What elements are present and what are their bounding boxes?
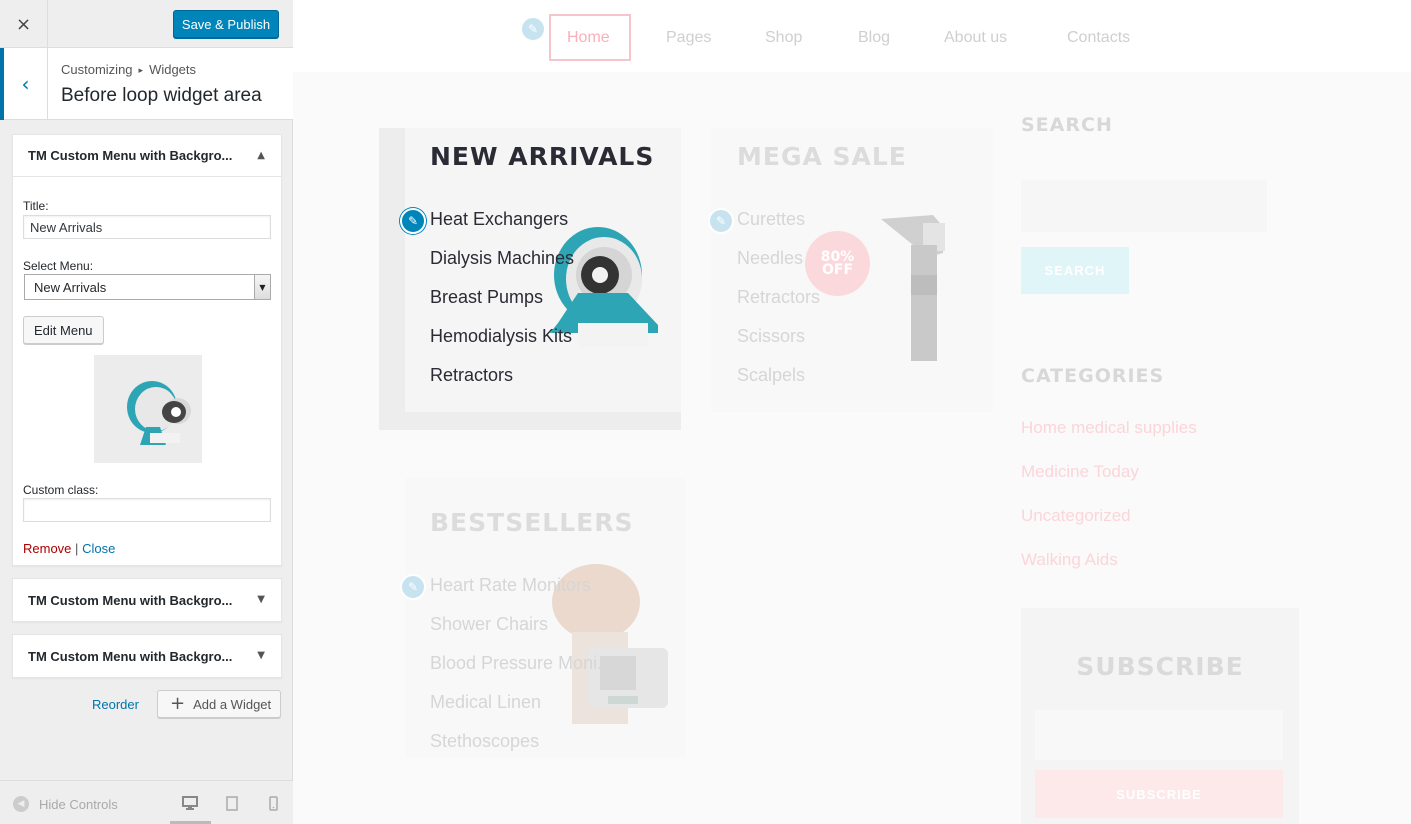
widget-header[interactable]: TM Custom Menu with Backgro... ▼ xyxy=(13,635,281,677)
category-link[interactable]: Medicine Today xyxy=(1021,462,1139,482)
widget-title: TM Custom Menu with Backgro... xyxy=(28,148,233,163)
nav-item-home[interactable]: Home xyxy=(567,29,610,47)
title-label: Title: xyxy=(23,199,49,213)
widget-header[interactable]: TM Custom Menu with Backgro... ▲ xyxy=(13,135,281,177)
bestsellers-link[interactable]: Blood Pressure Moni... xyxy=(430,653,612,674)
bestsellers-link[interactable]: Shower Chairs xyxy=(430,614,548,635)
panel-footer: ◀ Hide Controls xyxy=(0,780,293,824)
category-link[interactable]: Home medical supplies xyxy=(1021,418,1197,438)
new-arrivals-link[interactable]: Breast Pumps xyxy=(430,287,543,308)
section-title: Before loop widget area xyxy=(61,85,262,106)
site-preview: ✎ Home Pages Shop Blog About us Contacts… xyxy=(293,0,1411,824)
panel-header: × Save & Publish xyxy=(0,0,293,48)
expand-arrow-icon[interactable]: ▼ xyxy=(257,594,265,605)
bestsellers-link[interactable]: Heart Rate Monitors xyxy=(430,575,591,596)
menu-select-value: New Arrivals xyxy=(34,280,107,295)
search-input[interactable] xyxy=(1021,180,1267,232)
select-menu-label: Select Menu: xyxy=(23,259,94,273)
nav-item-blog[interactable]: Blog xyxy=(858,29,890,47)
nav-item-pages[interactable]: Pages xyxy=(666,29,711,47)
edit-shortcut-icon[interactable]: ✎ xyxy=(400,574,426,600)
widget-header[interactable]: TM Custom Menu with Backgro... ▼ xyxy=(13,579,281,621)
edit-menu-button[interactable]: Edit Menu xyxy=(23,316,104,344)
mri-machine-image xyxy=(127,381,191,445)
mega-sale-link[interactable]: Needles xyxy=(737,248,803,269)
expand-arrow-icon[interactable]: ▼ xyxy=(257,650,265,661)
edit-widget-pencil-icon[interactable]: ✎ xyxy=(400,208,426,234)
tablet-preview-icon[interactable] xyxy=(224,795,240,811)
breadcrumb-separator-icon: ▸ xyxy=(138,65,144,75)
hide-controls-label: Hide Controls xyxy=(39,796,118,812)
hide-controls-button[interactable]: ◀ Hide Controls xyxy=(13,796,118,812)
mega-sale-link[interactable]: Retractors xyxy=(737,287,820,308)
sale-badge: 80% OFF xyxy=(805,231,870,296)
bestsellers-link[interactable]: Medical Linen xyxy=(430,692,541,713)
subscribe-widget: SUBSCRIBE SUBSCRIBE xyxy=(1021,608,1299,824)
new-arrivals-title: NEW ARRIVALS xyxy=(430,142,655,171)
bestsellers-title: BESTSELLERS xyxy=(430,508,634,537)
plus-icon: + xyxy=(170,693,186,714)
new-arrivals-link[interactable]: Heat Exchangers xyxy=(430,209,568,230)
widget-collapsed[interactable]: TM Custom Menu with Backgro... ▼ xyxy=(12,634,282,678)
categories-widget-title: CATEGORIES xyxy=(1021,365,1165,387)
background-image-thumbnail[interactable] xyxy=(94,355,202,463)
new-arrivals-link[interactable]: Dialysis Machines xyxy=(430,248,574,269)
desktop-preview-icon[interactable] xyxy=(182,795,198,811)
section-header: ‹ Customizing ▸ Widgets Before loop widget… xyxy=(0,48,293,120)
nav-item-about-us[interactable]: About us xyxy=(944,29,1007,47)
widget-actions: Remove | Close xyxy=(23,541,115,556)
main-navigation: ✎ Home Pages Shop Blog About us Contacts xyxy=(293,0,1411,72)
menu-select[interactable]: New Arrivals ▼ xyxy=(24,274,271,300)
edit-shortcut-icon[interactable]: ✎ xyxy=(708,208,734,234)
nav-item-contacts[interactable]: Contacts xyxy=(1067,29,1130,47)
mega-sale-link[interactable]: Curettes xyxy=(737,209,805,230)
close-customizer-button[interactable]: × xyxy=(0,0,48,48)
close-link[interactable]: Close xyxy=(82,541,115,556)
collapse-icon: ◀ xyxy=(13,796,29,812)
save-publish-button[interactable]: Save & Publish xyxy=(173,10,279,38)
breadcrumb-root: Customizing xyxy=(61,62,133,77)
subscribe-email-input[interactable] xyxy=(1035,710,1283,760)
link-separator: | xyxy=(75,541,79,556)
widget-title: TM Custom Menu with Backgro... xyxy=(28,592,233,608)
mega-sale-link[interactable]: Scalpels xyxy=(737,365,805,386)
subscribe-button[interactable]: SUBSCRIBE xyxy=(1035,770,1283,818)
collapse-arrow-icon[interactable]: ▲ xyxy=(257,150,265,161)
widget-expanded: TM Custom Menu with Backgro... ▲ Title: … xyxy=(12,134,282,566)
bestsellers-link[interactable]: Stethoscopes xyxy=(430,731,539,752)
breadcrumb: Customizing ▸ Widgets xyxy=(61,62,196,77)
mega-sale-title: MEGA SALE xyxy=(737,142,907,171)
remove-link[interactable]: Remove xyxy=(23,541,71,556)
nav-item-shop[interactable]: Shop xyxy=(765,29,802,47)
breadcrumb-leaf: Widgets xyxy=(149,62,197,77)
reorder-link[interactable]: Reorder xyxy=(92,697,139,712)
dropdown-arrow-icon[interactable]: ▼ xyxy=(254,275,270,299)
new-arrivals-link[interactable]: Retractors xyxy=(430,365,513,386)
search-widget-title: SEARCH xyxy=(1021,114,1113,136)
subscribe-title: SUBSCRIBE xyxy=(1076,652,1244,681)
search-button[interactable]: SEARCH xyxy=(1021,247,1129,294)
sale-badge-off: OFF xyxy=(821,261,854,278)
customizer-panel: × Save & Publish ‹ Customizing ▸ Widgets B… xyxy=(0,0,293,824)
category-link[interactable]: Uncategorized xyxy=(1021,506,1131,526)
category-link[interactable]: Walking Aids xyxy=(1021,550,1118,570)
custom-class-input[interactable] xyxy=(23,498,271,522)
otoscope-image xyxy=(881,215,945,361)
add-widget-button[interactable]: + Add a Widget xyxy=(157,690,281,718)
title-input[interactable]: New Arrivals xyxy=(23,215,271,239)
custom-class-label: Custom class: xyxy=(23,483,99,497)
widget-title: TM Custom Menu with Backgro... xyxy=(28,648,233,664)
widget-collapsed[interactable]: TM Custom Menu with Backgro... ▼ xyxy=(12,578,282,622)
mega-sale-link[interactable]: Scissors xyxy=(737,326,805,347)
new-arrivals-link[interactable]: Hemodialysis Kits xyxy=(430,326,572,347)
add-widget-label: Add a Widget xyxy=(193,696,272,712)
back-button[interactable]: ‹ xyxy=(0,48,48,120)
mobile-preview-icon[interactable] xyxy=(265,795,281,811)
edit-shortcut-icon[interactable]: ✎ xyxy=(520,16,546,42)
